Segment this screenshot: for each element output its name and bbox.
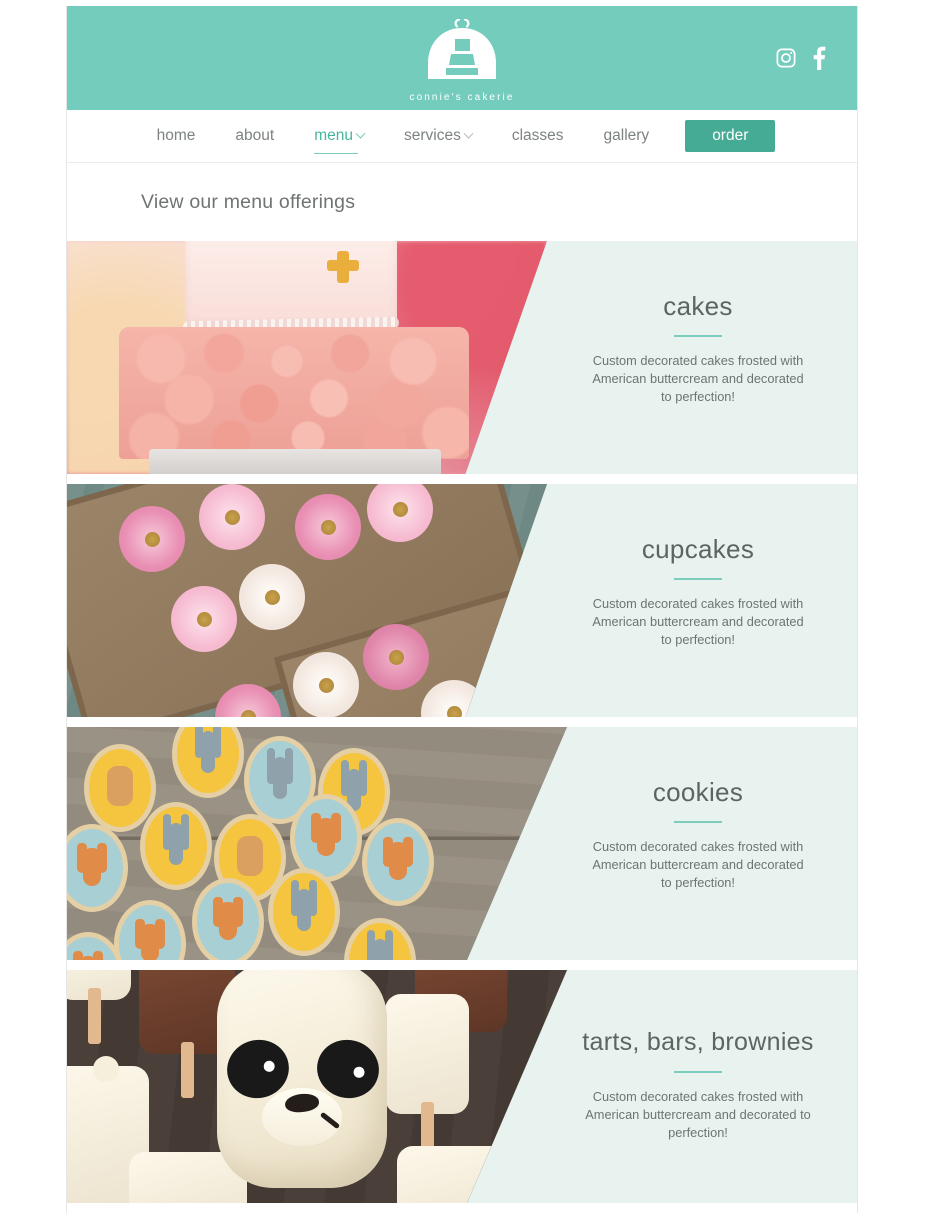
- facebook-icon[interactable]: [811, 46, 827, 70]
- card-description: Custom decorated cakes frosted with Amer…: [592, 595, 804, 647]
- title-divider: [674, 578, 722, 580]
- order-button[interactable]: order: [685, 120, 776, 152]
- card-title: cookies: [652, 777, 744, 807]
- title-divider: [674, 1071, 722, 1073]
- title-divider: [674, 821, 722, 823]
- main-navigation: home about menu services classes gallery…: [67, 110, 857, 163]
- menu-card-tarts-bars-brownies[interactable]: tarts, bars, brownies Custom decorated c…: [67, 970, 857, 1203]
- card-description: Custom decorated cakes frosted with Amer…: [585, 1088, 811, 1140]
- nav-label: classes: [511, 127, 564, 144]
- cake-dome-icon: [342, 18, 582, 90]
- social-links: [775, 46, 827, 70]
- chevron-down-icon: [463, 128, 474, 139]
- nav-item-services[interactable]: services: [384, 121, 492, 151]
- cookies-card-body: cookies Custom decorated cakes frosted w…: [539, 727, 857, 960]
- title-divider: [674, 335, 722, 337]
- site-frame: connie's cakerie home about menu service…: [66, 6, 858, 1213]
- menu-category-list: cakes Custom decorated cakes frosted wit…: [67, 241, 857, 1203]
- menu-card-cakes[interactable]: cakes Custom decorated cakes frosted wit…: [67, 241, 857, 474]
- chevron-down-icon: [355, 128, 366, 139]
- card-title: cupcakes: [641, 534, 755, 564]
- nav-item-gallery[interactable]: gallery: [584, 121, 670, 151]
- nav-label: services: [403, 127, 461, 144]
- logo-wordmark: connie's cakerie: [409, 92, 515, 103]
- menu-card-cookies[interactable]: cookies Custom decorated cakes frosted w…: [67, 727, 857, 960]
- page-title-bar: View our menu offerings: [67, 163, 857, 241]
- nav-label: gallery: [603, 127, 650, 144]
- cakesicles-photo: [67, 970, 567, 1203]
- cakes-card-body: cakes Custom decorated cakes frosted wit…: [539, 241, 857, 474]
- nav-item-menu[interactable]: menu: [294, 121, 384, 154]
- active-underline: [314, 152, 358, 154]
- nav-label: menu: [314, 127, 353, 144]
- cakes-photo: [67, 241, 547, 474]
- nav-item-home[interactable]: home: [137, 121, 216, 151]
- page-root: connie's cakerie home about menu service…: [0, 0, 928, 1213]
- site-logo[interactable]: connie's cakerie: [342, 18, 582, 103]
- nav-label: home: [156, 127, 196, 144]
- site-header-banner: connie's cakerie: [67, 6, 857, 110]
- card-title: tarts, bars, brownies: [582, 1028, 814, 1056]
- cupcakes-photo: [67, 484, 547, 717]
- page-title: View our menu offerings: [141, 190, 356, 213]
- card-description: Custom decorated cakes frosted with Amer…: [592, 352, 804, 404]
- nav-label: about: [235, 127, 275, 144]
- card-title: cakes: [663, 291, 733, 321]
- menu-card-cupcakes[interactable]: cupcakes Custom decorated cakes frosted …: [67, 484, 857, 717]
- tarts-card-body: tarts, bars, brownies Custom decorated c…: [539, 970, 857, 1203]
- nav-item-classes[interactable]: classes: [492, 121, 584, 151]
- nav-item-about[interactable]: about: [215, 121, 294, 151]
- nav-items: home about menu services classes gallery…: [137, 120, 776, 154]
- instagram-icon[interactable]: [775, 47, 797, 69]
- panda-cakesicle: [217, 970, 387, 1188]
- cookies-photo: [67, 727, 567, 960]
- cupcakes-card-body: cupcakes Custom decorated cakes frosted …: [539, 484, 857, 717]
- card-description: Custom decorated cakes frosted with Amer…: [592, 838, 804, 890]
